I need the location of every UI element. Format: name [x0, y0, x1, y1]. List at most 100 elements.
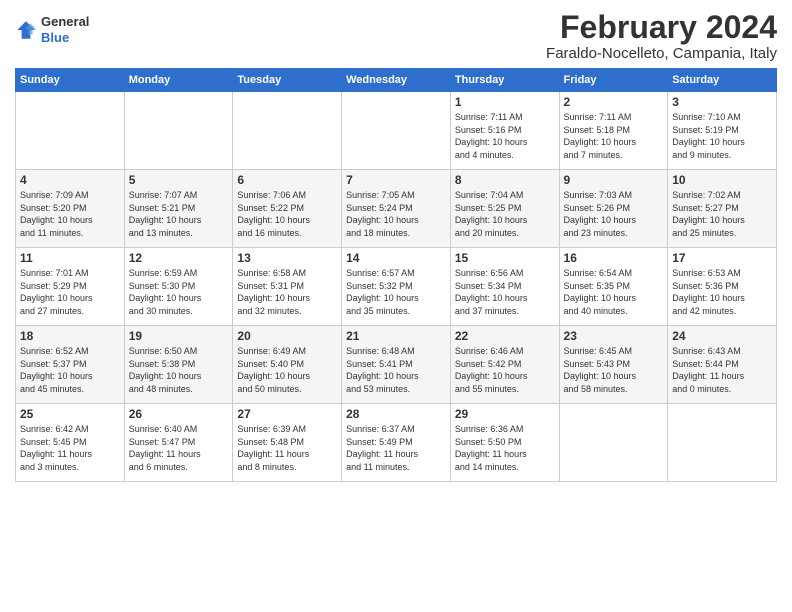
logo-text: General Blue: [41, 14, 89, 45]
week-row-0: 1 Sunrise: 7:11 AM Sunset: 5:16 PM Daylig…: [16, 92, 777, 170]
day-number: 21: [346, 329, 446, 343]
day-cell: 16 Sunrise: 6:54 AM Sunset: 5:35 PM Dayli…: [559, 248, 668, 326]
day-info: Sunrise: 6:37 AM Sunset: 5:49 PM Dayligh…: [346, 423, 446, 473]
day-cell: 3 Sunrise: 7:10 AM Sunset: 5:19 PM Daylig…: [668, 92, 777, 170]
day-cell: 6 Sunrise: 7:06 AM Sunset: 5:22 PM Daylig…: [233, 170, 342, 248]
day-cell: 28 Sunrise: 6:37 AM Sunset: 5:49 PM Dayli…: [342, 404, 451, 482]
day-info: Sunrise: 6:40 AM Sunset: 5:47 PM Dayligh…: [129, 423, 229, 473]
week-row-1: 4Sunrise: 7:09 AM Sunset: 5:20 PM Daylig…: [16, 170, 777, 248]
day-info: Sunrise: 6:52 AM Sunset: 5:37 PM Dayligh…: [20, 345, 120, 395]
day-number: 8: [455, 173, 555, 187]
day-info: Sunrise: 6:46 AM Sunset: 5:42 PM Dayligh…: [455, 345, 555, 395]
col-saturday: Saturday: [668, 69, 777, 92]
day-info: Sunrise: 6:45 AM Sunset: 5:43 PM Dayligh…: [564, 345, 664, 395]
day-number: 1: [455, 95, 555, 109]
main-title: February 2024: [546, 10, 777, 45]
day-number: 25: [20, 407, 120, 421]
day-info: Sunrise: 6:59 AM Sunset: 5:30 PM Dayligh…: [129, 267, 229, 317]
day-number: 2: [564, 95, 664, 109]
day-cell: 22 Sunrise: 6:46 AM Sunset: 5:42 PM Dayli…: [450, 326, 559, 404]
day-cell: 23Sunrise: 6:45 AM Sunset: 5:43 PM Dayli…: [559, 326, 668, 404]
day-number: 29: [455, 407, 555, 421]
col-thursday: Thursday: [450, 69, 559, 92]
day-number: 14: [346, 251, 446, 265]
day-info: Sunrise: 6:53 AM Sunset: 5:36 PM Dayligh…: [672, 267, 772, 317]
main-container: General Blue February 2024 Faraldo-Nocel…: [0, 0, 792, 487]
week-row-4: 25 Sunrise: 6:42 AM Sunset: 5:45 PM Dayli…: [16, 404, 777, 482]
day-number: 15: [455, 251, 555, 265]
header-section: General Blue February 2024 Faraldo-Nocel…: [15, 10, 777, 62]
day-info: Sunrise: 7:02 AM Sunset: 5:27 PM Dayligh…: [672, 189, 772, 239]
day-number: 7: [346, 173, 446, 187]
col-tuesday: Tuesday: [233, 69, 342, 92]
day-number: 3: [672, 95, 772, 109]
logo-general: General: [41, 14, 89, 30]
calendar-table: Sunday Monday Tuesday Wednesday Thursday…: [15, 68, 777, 482]
day-info: Sunrise: 7:06 AM Sunset: 5:22 PM Dayligh…: [237, 189, 337, 239]
day-cell: 7 Sunrise: 7:05 AM Sunset: 5:24 PM Daylig…: [342, 170, 451, 248]
day-number: 28: [346, 407, 446, 421]
day-number: 17: [672, 251, 772, 265]
day-cell: 18 Sunrise: 6:52 AM Sunset: 5:37 PM Dayli…: [16, 326, 125, 404]
day-info: Sunrise: 7:07 AM Sunset: 5:21 PM Dayligh…: [129, 189, 229, 239]
day-number: 16: [564, 251, 664, 265]
day-cell: 5Sunrise: 7:07 AM Sunset: 5:21 PM Daylig…: [124, 170, 233, 248]
day-number: 18: [20, 329, 120, 343]
day-info: Sunrise: 6:58 AM Sunset: 5:31 PM Dayligh…: [237, 267, 337, 317]
day-cell: 29Sunrise: 6:36 AM Sunset: 5:50 PM Dayli…: [450, 404, 559, 482]
week-row-3: 18 Sunrise: 6:52 AM Sunset: 5:37 PM Dayli…: [16, 326, 777, 404]
day-number: 12: [129, 251, 229, 265]
day-cell: 12 Sunrise: 6:59 AM Sunset: 5:30 PM Dayli…: [124, 248, 233, 326]
day-cell: 26 Sunrise: 6:40 AM Sunset: 5:47 PM Dayli…: [124, 404, 233, 482]
day-cell: 2Sunrise: 7:11 AM Sunset: 5:18 PM Daylig…: [559, 92, 668, 170]
day-cell: 4Sunrise: 7:09 AM Sunset: 5:20 PM Daylig…: [16, 170, 125, 248]
day-info: Sunrise: 6:39 AM Sunset: 5:48 PM Dayligh…: [237, 423, 337, 473]
day-number: 19: [129, 329, 229, 343]
day-cell: 13Sunrise: 6:58 AM Sunset: 5:31 PM Dayli…: [233, 248, 342, 326]
day-info: Sunrise: 6:43 AM Sunset: 5:44 PM Dayligh…: [672, 345, 772, 395]
col-wednesday: Wednesday: [342, 69, 451, 92]
logo-icon: [15, 19, 37, 41]
day-cell: 11Sunrise: 7:01 AM Sunset: 5:29 PM Dayli…: [16, 248, 125, 326]
header-row: Sunday Monday Tuesday Wednesday Thursday…: [16, 69, 777, 92]
day-info: Sunrise: 7:03 AM Sunset: 5:26 PM Dayligh…: [564, 189, 664, 239]
day-info: Sunrise: 7:05 AM Sunset: 5:24 PM Dayligh…: [346, 189, 446, 239]
day-number: 24: [672, 329, 772, 343]
day-cell: 1 Sunrise: 7:11 AM Sunset: 5:16 PM Daylig…: [450, 92, 559, 170]
day-cell: 25 Sunrise: 6:42 AM Sunset: 5:45 PM Dayli…: [16, 404, 125, 482]
day-info: Sunrise: 6:57 AM Sunset: 5:32 PM Dayligh…: [346, 267, 446, 317]
day-cell: [16, 92, 125, 170]
day-cell: 17 Sunrise: 6:53 AM Sunset: 5:36 PM Dayli…: [668, 248, 777, 326]
day-info: Sunrise: 7:11 AM Sunset: 5:16 PM Dayligh…: [455, 111, 555, 161]
day-info: Sunrise: 6:42 AM Sunset: 5:45 PM Dayligh…: [20, 423, 120, 473]
day-info: Sunrise: 6:50 AM Sunset: 5:38 PM Dayligh…: [129, 345, 229, 395]
col-monday: Monday: [124, 69, 233, 92]
day-number: 4: [20, 173, 120, 187]
day-cell: [124, 92, 233, 170]
day-cell: 8 Sunrise: 7:04 AM Sunset: 5:25 PM Daylig…: [450, 170, 559, 248]
calendar-header: Sunday Monday Tuesday Wednesday Thursday…: [16, 69, 777, 92]
calendar-body: 1 Sunrise: 7:11 AM Sunset: 5:16 PM Daylig…: [16, 92, 777, 482]
day-info: Sunrise: 7:10 AM Sunset: 5:19 PM Dayligh…: [672, 111, 772, 161]
subtitle: Faraldo-Nocelleto, Campania, Italy: [546, 45, 777, 62]
day-info: Sunrise: 6:54 AM Sunset: 5:35 PM Dayligh…: [564, 267, 664, 317]
week-row-2: 11Sunrise: 7:01 AM Sunset: 5:29 PM Dayli…: [16, 248, 777, 326]
day-number: 22: [455, 329, 555, 343]
day-cell: [559, 404, 668, 482]
day-number: 20: [237, 329, 337, 343]
day-info: Sunrise: 7:04 AM Sunset: 5:25 PM Dayligh…: [455, 189, 555, 239]
day-cell: 20 Sunrise: 6:49 AM Sunset: 5:40 PM Dayli…: [233, 326, 342, 404]
day-cell: 9 Sunrise: 7:03 AM Sunset: 5:26 PM Daylig…: [559, 170, 668, 248]
col-friday: Friday: [559, 69, 668, 92]
day-cell: 15Sunrise: 6:56 AM Sunset: 5:34 PM Dayli…: [450, 248, 559, 326]
day-info: Sunrise: 6:49 AM Sunset: 5:40 PM Dayligh…: [237, 345, 337, 395]
day-cell: 24 Sunrise: 6:43 AM Sunset: 5:44 PM Dayli…: [668, 326, 777, 404]
logo-blue: Blue: [41, 30, 89, 46]
day-cell: [233, 92, 342, 170]
day-cell: 19 Sunrise: 6:50 AM Sunset: 5:38 PM Dayli…: [124, 326, 233, 404]
day-number: 26: [129, 407, 229, 421]
day-number: 6: [237, 173, 337, 187]
col-sunday: Sunday: [16, 69, 125, 92]
day-number: 9: [564, 173, 664, 187]
title-block: February 2024 Faraldo-Nocelleto, Campani…: [546, 10, 777, 62]
